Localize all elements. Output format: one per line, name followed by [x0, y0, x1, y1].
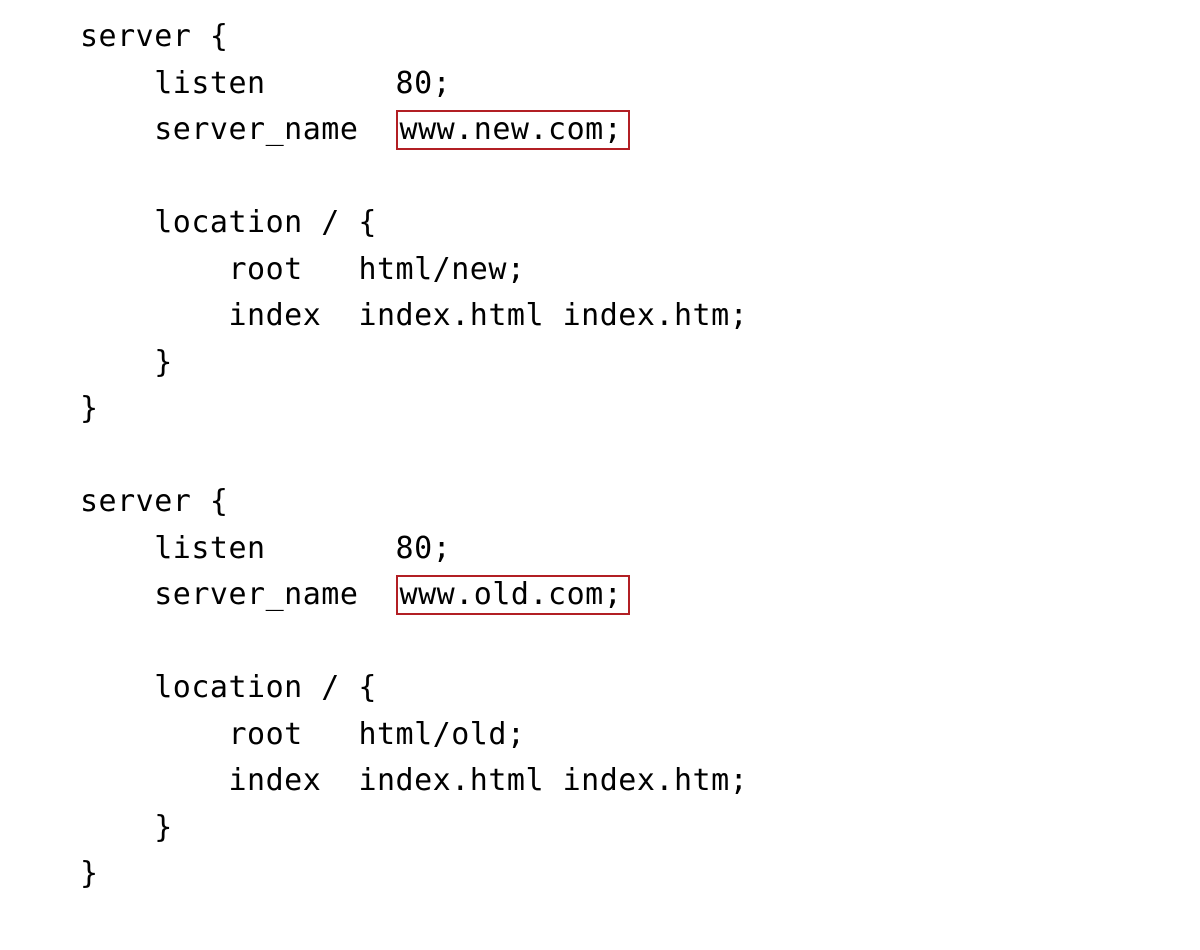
server2-loc-open: location / { — [80, 670, 377, 705]
server2-name-val: www.old.com; — [400, 577, 623, 612]
server2-root-val: html/old; — [358, 717, 525, 752]
server1-listen-key: listen — [80, 66, 396, 101]
server2-index-val: index.html index.htm; — [358, 763, 748, 798]
server1-index-key: index — [80, 298, 358, 333]
server2-name-highlight: www.old.com; — [396, 575, 631, 615]
server2-listen-val: 80; — [396, 531, 452, 566]
server1-loc-open: location / { — [80, 205, 377, 240]
server2-listen-key: listen — [80, 531, 396, 566]
server1-listen-val: 80; — [396, 66, 452, 101]
server2-loc-close: } — [80, 810, 173, 845]
server1-open: server { — [80, 19, 229, 54]
server2-index-key: index — [80, 763, 358, 798]
server2-open: server { — [80, 484, 229, 519]
server2-root-key: root — [80, 717, 358, 752]
nginx-config-snippet: server { listen 80; server_name www.new.… — [0, 0, 1200, 898]
server1-name-highlight: www.new.com; — [396, 110, 631, 150]
server1-name-key: server_name — [80, 112, 396, 147]
server1-name-val: www.new.com; — [400, 112, 623, 147]
server2-name-key: server_name — [80, 577, 396, 612]
server1-root-val: html/new; — [358, 252, 525, 287]
server1-root-key: root — [80, 252, 358, 287]
server1-loc-close: } — [80, 345, 173, 380]
server2-close: } — [80, 856, 99, 891]
server1-close: } — [80, 391, 99, 426]
server1-index-val: index.html index.htm; — [358, 298, 748, 333]
